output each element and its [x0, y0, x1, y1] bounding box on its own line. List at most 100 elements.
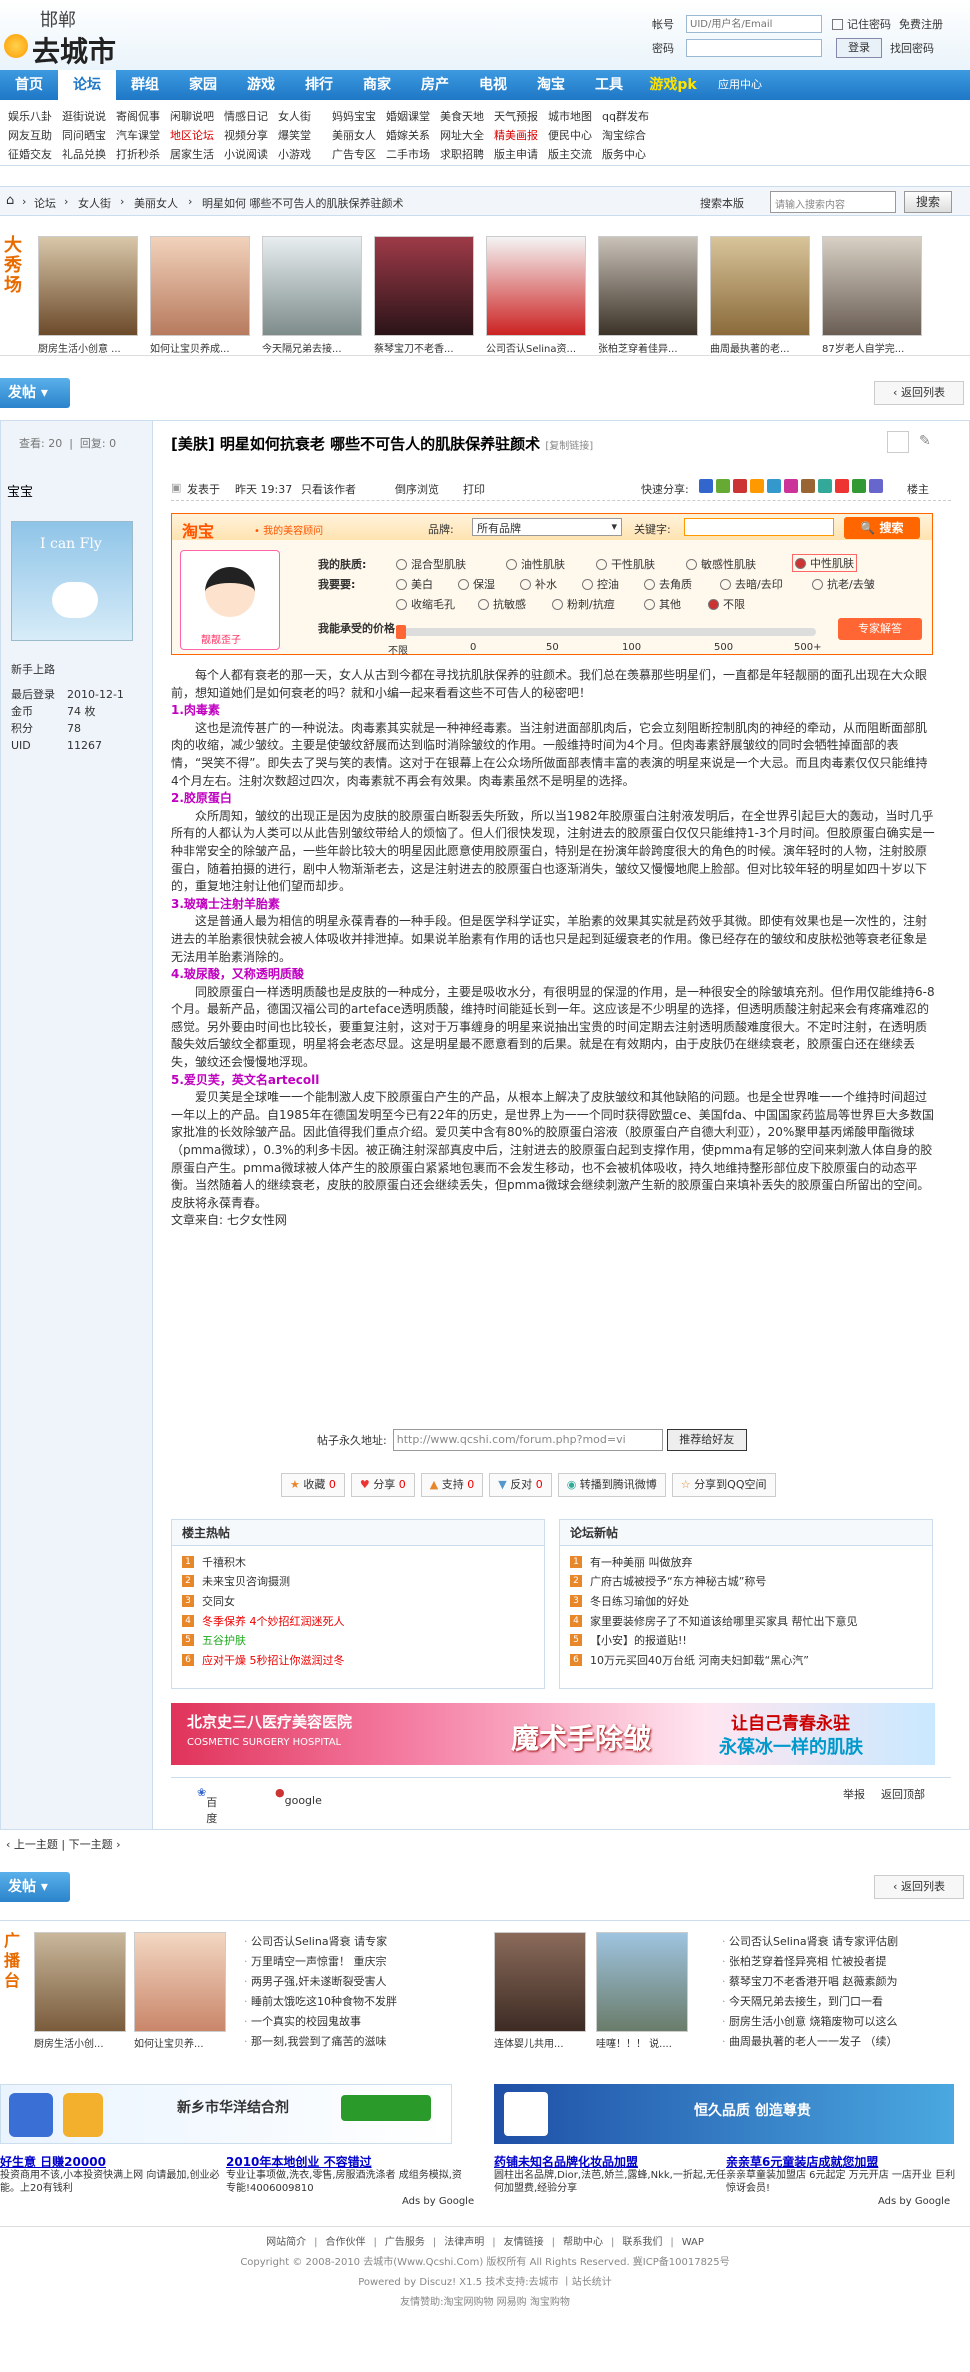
share-icon[interactable] [733, 479, 747, 493]
subnav-link[interactable]: 爆笑堂 [278, 127, 338, 143]
new-post-item[interactable]: 3 冬日练习瑜伽的好处 [570, 1591, 922, 1611]
subnav-link[interactable]: 二手市场 [386, 146, 446, 162]
subnav-link[interactable]: 逛街说说 [62, 108, 122, 124]
ad-banner-left[interactable]: 新乡市华洋结合剂 [0, 2084, 452, 2144]
need-option[interactable]: 粉刺/抗痘 [552, 596, 615, 612]
recommend-button[interactable]: 推荐给好友 [666, 1429, 747, 1451]
search-button[interactable]: 搜索 [904, 191, 952, 213]
expert-answer-button[interactable]: 专家解答 [838, 618, 922, 640]
share-icon[interactable] [784, 479, 798, 493]
only-author-link[interactable]: 只看该作者 [301, 481, 356, 497]
new-post-button-bottom[interactable]: 发帖 ▾ [0, 1872, 70, 1902]
nav-item-merchants[interactable]: 商家 [348, 70, 406, 100]
recover-password-link[interactable]: 找回密码 [890, 40, 934, 56]
home-icon[interactable]: ⌂ [6, 193, 14, 208]
nav-item-game-pk[interactable]: 游戏pk [638, 70, 708, 100]
ad-banner-right[interactable]: 恒久品质 创造尊贵 [494, 2084, 954, 2144]
account-input[interactable] [686, 15, 822, 33]
breadcrumb-item[interactable]: 美丽女人 [134, 195, 178, 211]
nav-item-taobao[interactable]: 淘宝 [522, 70, 580, 100]
subnav-link[interactable]: 闲聊说吧 [170, 108, 230, 124]
text-ad[interactable]: 亲亲草6元童装店成就您加盟 亲亲草童装加盟店 6元起定 万元开店 一店开业 巨利惊… [726, 2156, 962, 2195]
subnav-link[interactable]: 征婚交友 [8, 146, 68, 162]
subnav-link[interactable]: 美丽女人 [332, 127, 392, 143]
tencent-weibo-button[interactable]: ◉ 转播到腾讯微博 [557, 1473, 666, 1497]
need-option[interactable]: 美白 [396, 576, 433, 592]
subnav-link[interactable]: 寄阁侃事 [116, 108, 176, 124]
footer-link[interactable]: 帮助中心 [563, 2237, 603, 2248]
qzone-button[interactable]: ☆ 分享到QQ空间 [671, 1473, 776, 1497]
search-scope[interactable]: 搜索本版 [700, 195, 744, 211]
show-thumb[interactable]: 张柏芝穿着佳异... [598, 236, 708, 355]
share-icon[interactable] [852, 479, 866, 493]
subnav-link[interactable]: 情感日记 [224, 108, 284, 124]
share-icon[interactable] [750, 479, 764, 493]
skin-option[interactable]: 敏感性肌肤 [686, 556, 756, 572]
need-option-selected[interactable]: 不限 [708, 596, 745, 612]
subnav-link[interactable]: 娱乐八卦 [8, 108, 68, 124]
reverse-order-link[interactable]: 倒序浏览 [395, 481, 439, 497]
nav-item-tv[interactable]: 电视 [464, 70, 522, 100]
need-option[interactable]: 抗敏感 [478, 596, 526, 612]
site-logo[interactable]: 去城市 [32, 30, 116, 70]
remember-checkbox[interactable] [832, 18, 843, 30]
show-thumb[interactable]: 曲周最执著的老... [710, 236, 820, 355]
show-thumb[interactable]: 今天隔兄弟去接... [262, 236, 372, 355]
bottom-thumb[interactable]: 哇噻！！！ 说.... [596, 1932, 688, 2050]
share-icon[interactable] [869, 479, 883, 493]
subnav-link[interactable]: 礼品兑换 [62, 146, 122, 162]
share-button[interactable]: ♥ 分享 0 [350, 1473, 415, 1497]
show-thumb[interactable]: 厨房生活小创意 ... [38, 236, 148, 355]
footer-link[interactable]: 广告服务 [385, 2237, 425, 2248]
bottom-list-item[interactable]: 睡前太饿吃这10种食物不发胖 [244, 1992, 397, 2012]
bottom-list-item[interactable]: 今天隔兄弟去接生，到门口一看 [722, 1992, 898, 2012]
back-to-top-link[interactable]: 返回顶部 [881, 1786, 925, 1802]
skin-option-selected[interactable]: 中性肌肤 [792, 554, 857, 572]
new-post-item[interactable]: 2 广府古城被授予“东方神秘古城”称号 [570, 1572, 922, 1592]
brand-select[interactable]: 所有品牌 ▾ [472, 518, 622, 536]
ads-by-google[interactable]: Ads by Google [402, 2196, 474, 2207]
keyword-input[interactable] [684, 518, 834, 536]
user-level[interactable]: 新手上路 [11, 661, 124, 678]
need-option[interactable]: 保湿 [458, 576, 495, 592]
subnav-link[interactable]: 天气预报 [494, 108, 554, 124]
bottom-list-item[interactable]: 那一刻,我尝到了痛苦的滋味 [244, 2032, 397, 2052]
subnav-link[interactable]: 求职招聘 [440, 146, 500, 162]
next-thread-link[interactable]: 下一主题 [69, 1838, 113, 1851]
show-thumb[interactable]: 87岁老人自学完... [822, 236, 932, 355]
footer-link[interactable]: 网站简介 [266, 2237, 306, 2248]
subnav-link[interactable]: 居家生活 [170, 146, 230, 162]
bottom-thumb[interactable]: 连体婴儿共用... [494, 1932, 586, 2050]
share-icon[interactable] [818, 479, 832, 493]
bottom-list-item[interactable]: 张柏芝穿着怪异亮相 忙被投者提 [722, 1952, 898, 1972]
hot-post-item[interactable]: 3 交同女 [182, 1591, 534, 1611]
subnav-link[interactable]: 婚姻课堂 [386, 108, 446, 124]
skin-option[interactable]: 混合型肌肤 [396, 556, 466, 572]
subnav-link[interactable]: 小游戏 [278, 146, 338, 162]
new-post-item[interactable]: 4 家里要装修房子了不知道该给哪里买家具 帮忙出下意见 [570, 1611, 922, 1631]
footer-link[interactable]: WAP [682, 2237, 704, 2248]
share-icon[interactable] [716, 479, 730, 493]
skin-option[interactable]: 干性肌肤 [596, 556, 655, 572]
ads-by-google[interactable]: Ads by Google [878, 2196, 950, 2207]
price-slider[interactable] [396, 625, 816, 639]
subnav-link[interactable]: qq群发布 [602, 108, 662, 124]
subnav-link[interactable]: 网友互助 [8, 127, 68, 143]
footer-link[interactable]: 联系我们 [622, 2237, 662, 2248]
baidu-link[interactable]: ❀ 百度 [197, 1786, 217, 1825]
footer-link[interactable]: 法律声明 [444, 2237, 484, 2248]
text-ad[interactable]: 好生意 日赚20000 投资商用不该,小本投资快满上网 向请最加,创业必能。上20… [0, 2156, 236, 2195]
share-icon[interactable] [767, 479, 781, 493]
need-option[interactable]: 补水 [520, 576, 557, 592]
hot-post-item[interactable]: 1 千禧积木 [182, 1552, 534, 1572]
subnav-link[interactable]: 精美画报 [494, 127, 554, 143]
subnav-link[interactable]: 广告专区 [332, 146, 392, 162]
bottom-list-item[interactable]: 蔡琴宝刀不老香港开唱 赵薇素颜为 [722, 1972, 898, 1992]
breadcrumb-item[interactable]: 论坛 [34, 195, 56, 211]
need-option[interactable]: 抗老/去皱 [812, 576, 875, 592]
subnav-link[interactable]: 美食天地 [440, 108, 500, 124]
show-thumb[interactable]: 蔡琴宝刀不老香... [374, 236, 484, 355]
subnav-link[interactable]: 打折秒杀 [116, 146, 176, 162]
skin-option[interactable]: 油性肌肤 [506, 556, 565, 572]
subnav-link[interactable]: 女人街 [278, 108, 338, 124]
